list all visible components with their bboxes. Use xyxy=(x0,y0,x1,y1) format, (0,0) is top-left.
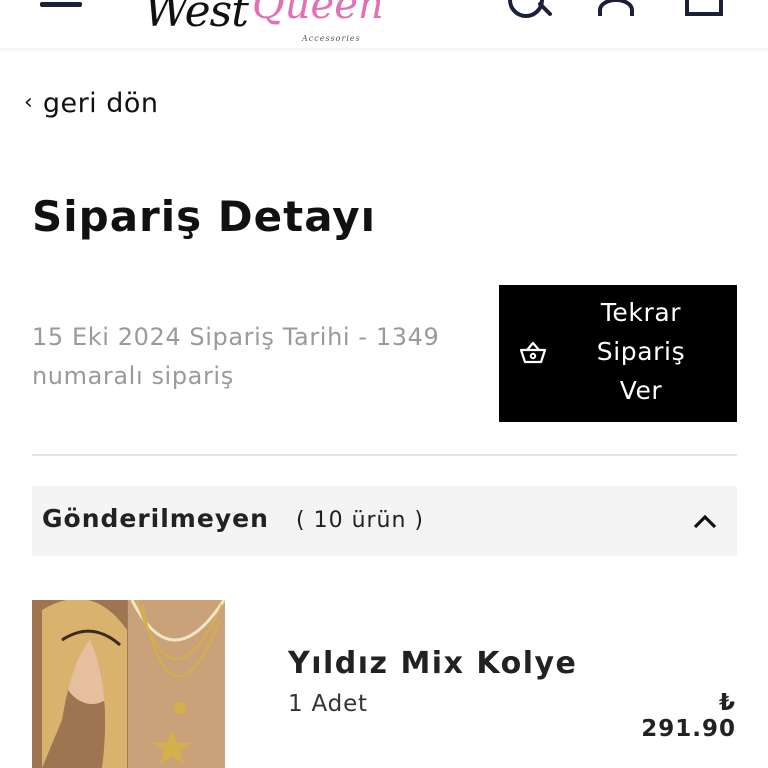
back-link-label: geri dön xyxy=(42,87,159,119)
logo-west-text: West xyxy=(144,0,249,37)
group-item-count: ( 10 ürün ) xyxy=(296,508,425,533)
order-meta-suffix: numaralı sipariş xyxy=(32,362,234,390)
site-header: West Queen Accessories xyxy=(0,0,768,48)
order-date-number: 15 Eki 2024 Sipariş Tarihi - 1349 xyxy=(32,323,440,351)
brand-logo[interactable]: West Queen Accessories xyxy=(144,0,384,66)
section-divider xyxy=(32,454,737,456)
reorder-label-line: Ver xyxy=(619,376,663,405)
chevron-up-icon[interactable] xyxy=(692,510,718,532)
product-price: ₺ 291.90 xyxy=(641,690,736,742)
product-image[interactable] xyxy=(32,600,225,768)
logo-subtitle: Accessories xyxy=(302,34,361,43)
product-quantity: 1 Adet xyxy=(288,691,368,717)
hamburger-menu-icon[interactable] xyxy=(40,0,84,14)
reorder-label-line: Sipariş xyxy=(596,337,686,366)
search-icon[interactable] xyxy=(506,0,552,18)
unshipped-group-header[interactable]: Gönderilmeyen ( 10 ürün ) xyxy=(32,486,737,556)
shopping-bag-icon[interactable] xyxy=(684,0,724,18)
order-meta: 15 Eki 2024 Sipariş Tarihi - 1349 numara… xyxy=(32,318,482,396)
product-name[interactable]: Yıldız Mix Kolye xyxy=(288,646,577,681)
chevron-left-icon: ‹ xyxy=(24,90,33,115)
reorder-button-label: Tekrar Sipariş Ver xyxy=(583,293,699,410)
logo-queen-text: Queen xyxy=(252,0,384,28)
page-title: Sipariş Detayı xyxy=(32,192,377,241)
user-icon[interactable] xyxy=(596,0,636,18)
basket-icon xyxy=(519,341,547,364)
group-title: Gönderilmeyen xyxy=(42,504,269,533)
reorder-button[interactable]: Tekrar Sipariş Ver xyxy=(499,285,737,422)
back-link[interactable]: ‹ geri dön xyxy=(24,86,159,120)
reorder-label-line: Tekrar xyxy=(600,298,682,327)
product-photo-illustration xyxy=(32,600,225,768)
